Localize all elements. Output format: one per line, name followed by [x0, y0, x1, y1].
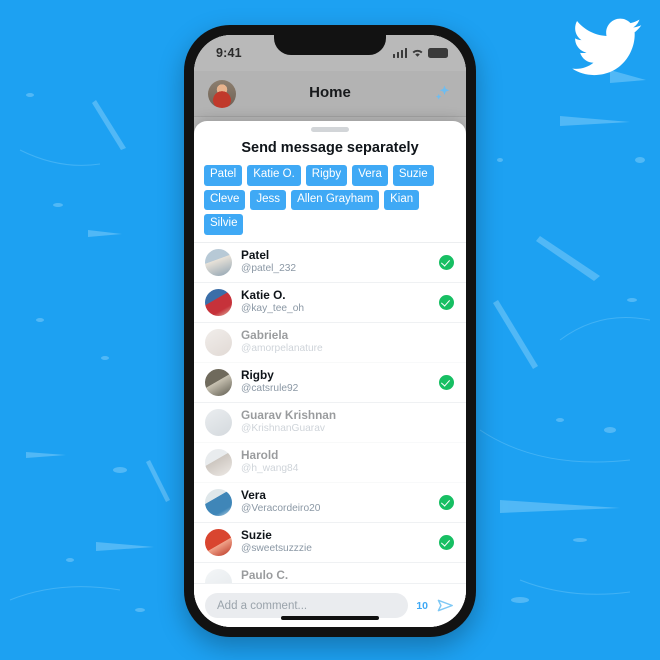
recipient-row[interactable]: Gabriela @amorpelanature [194, 323, 466, 363]
avatar [205, 448, 232, 476]
phone-screen: 9:41 Home Send message separately Patel … [194, 35, 466, 627]
recipient-display-name: Guarav Krishnan [241, 409, 337, 423]
selected-check-icon[interactable] [439, 374, 454, 390]
status-bar: 9:41 [194, 35, 466, 71]
recipient-chip[interactable]: Cleve [204, 189, 246, 210]
recipient-chip[interactable]: Jess [250, 189, 287, 210]
recipient-identity: Rigby @catsrule92 [241, 369, 439, 395]
recipient-chip[interactable]: Silvie [204, 214, 244, 235]
recipient-identity: Paulo C.@pcabralantunes [241, 569, 454, 583]
recipient-row[interactable]: Patel @patel_232 [194, 243, 466, 283]
recipient-handle: @h_wang84 [241, 463, 299, 475]
recipient-identity: Suzie @sweetsuzzzie [241, 529, 439, 555]
device-notch [274, 35, 386, 55]
recipient-handle: @kay_tee_oh [241, 303, 305, 315]
selected-check-icon[interactable] [439, 534, 454, 550]
recipient-identity: Guarav Krishnan @KrishnanGuarav [241, 409, 454, 435]
avatar [205, 568, 232, 583]
recipient-row[interactable]: Guarav Krishnan @KrishnanGuarav [194, 403, 466, 443]
recipient-handle: @amorpelanature [241, 343, 323, 355]
app-header: Home [194, 71, 466, 117]
recipient-identity: Patel @patel_232 [241, 249, 439, 275]
send-arrow-icon[interactable] [436, 596, 455, 615]
recipient-display-name: Vera [241, 489, 266, 503]
avatar [205, 408, 232, 436]
avatar [205, 528, 232, 556]
recipient-chip[interactable]: Rigby [305, 165, 348, 186]
comment-input[interactable] [205, 593, 409, 618]
selected-check-icon[interactable] [439, 294, 454, 310]
wifi-icon [412, 49, 423, 57]
recipient-handle: @catsrule92 [241, 383, 299, 395]
recipient-row[interactable]: Suzie @sweetsuzzzie [194, 523, 466, 563]
status-indicators [392, 46, 448, 58]
home-indicator-bar [281, 616, 379, 620]
recipient-identity: Gabriela @amorpelanature [241, 329, 454, 355]
recipient-handle: @Veracordeiro20 [241, 503, 321, 515]
recipient-display-name: Harold [241, 449, 279, 463]
recipient-row[interactable]: Rigby @catsrule92 [194, 363, 466, 403]
twitter-bird-icon [572, 18, 642, 76]
recipient-chip[interactable]: Vera [352, 165, 388, 186]
page-title: Home [309, 84, 351, 101]
recipient-handle: @patel_232 [241, 263, 297, 275]
battery-full-icon [428, 48, 448, 58]
recipient-identity: Katie O. @kay_tee_oh [241, 289, 439, 315]
recipient-display-name: Gabriela [241, 329, 289, 343]
recipient-chip[interactable]: Allen Grayham [291, 189, 380, 210]
recipient-chip[interactable]: Patel [204, 165, 243, 186]
selected-check-icon[interactable] [439, 254, 454, 270]
avatar [205, 288, 232, 316]
recipient-display-name: Paulo C. [241, 569, 289, 583]
recipient-handle: @sweetsuzzzie [241, 543, 312, 555]
recipient-display-name: Suzie [241, 529, 272, 543]
recipient-row[interactable]: Katie O. @kay_tee_oh [194, 283, 466, 323]
recipient-row[interactable]: Harold @h_wang84 [194, 443, 466, 483]
selected-check-icon[interactable] [439, 494, 454, 510]
phone-device-frame: 9:41 Home Send message separately Patel … [184, 25, 476, 637]
recipient-handle: @KrishnanGuarav [241, 423, 325, 435]
screenshot-canvas: 9:41 Home Send message separately Patel … [0, 0, 660, 660]
recipient-identity: Vera @Veracordeiro20 [241, 489, 439, 515]
status-time: 9:41 [216, 46, 242, 60]
selected-recipient-chips: Patel Katie O. Rigby Vera Suzie Cleve Jess Alle… [194, 165, 466, 242]
recipient-chip[interactable]: Suzie [392, 165, 434, 186]
recipient-row[interactable]: Vera @Veracordeiro20 [194, 483, 466, 523]
recipient-chip[interactable]: Kian [384, 189, 420, 210]
recipient-chip[interactable]: Katie O. [247, 165, 301, 186]
recipient-display-name: Katie O. [241, 289, 286, 303]
recipient-list[interactable]: Patel @patel_232 Katie O. @kay_tee_oh Gabrie… [194, 241, 466, 583]
recipient-display-name: Rigby [241, 369, 274, 383]
avatar [205, 368, 232, 396]
cellular-signal-icon [392, 48, 407, 58]
sparkles-icon[interactable] [432, 83, 452, 103]
avatar [205, 328, 232, 356]
send-message-sheet: Send message separately Patel Katie O. Rig… [194, 121, 466, 627]
avatar [205, 248, 232, 276]
comment-composer: 10 [194, 583, 466, 627]
recipient-display-name: Patel [241, 249, 270, 263]
avatar [205, 488, 232, 516]
recipient-identity: Harold @h_wang84 [241, 449, 454, 475]
recipient-count-badge: 10 [416, 599, 428, 612]
recipient-row[interactable]: Paulo C.@pcabralantunes [194, 563, 466, 583]
sheet-title: Send message separately [241, 140, 419, 156]
